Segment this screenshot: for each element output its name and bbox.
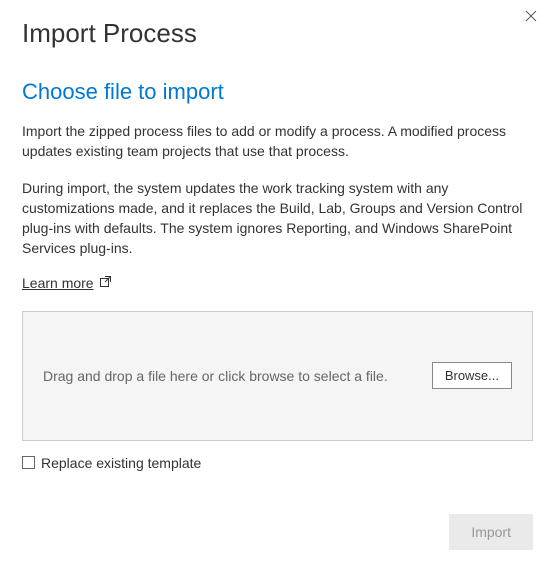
- dropzone-instruction: Drag and drop a file here or click brows…: [43, 368, 388, 384]
- import-button[interactable]: Import: [449, 514, 533, 550]
- dialog-title: Import Process: [22, 0, 533, 79]
- intro-paragraph-1: Import the zipped process files to add o…: [22, 121, 533, 162]
- external-link-icon: [100, 276, 111, 290]
- browse-button[interactable]: Browse...: [432, 362, 512, 389]
- close-icon: [525, 9, 537, 27]
- replace-template-checkbox[interactable]: Replace existing template: [22, 455, 533, 471]
- learn-more-label: Learn more: [22, 275, 94, 291]
- section-header: Choose file to import: [22, 79, 533, 121]
- replace-template-label: Replace existing template: [41, 455, 201, 471]
- file-dropzone[interactable]: Drag and drop a file here or click brows…: [22, 311, 533, 441]
- dialog-footer: Import: [449, 514, 533, 550]
- checkbox-box-icon: [22, 456, 35, 469]
- close-button[interactable]: [521, 8, 541, 28]
- intro-paragraph-2: During import, the system updates the wo…: [22, 178, 533, 259]
- learn-more-link[interactable]: Learn more: [22, 275, 111, 291]
